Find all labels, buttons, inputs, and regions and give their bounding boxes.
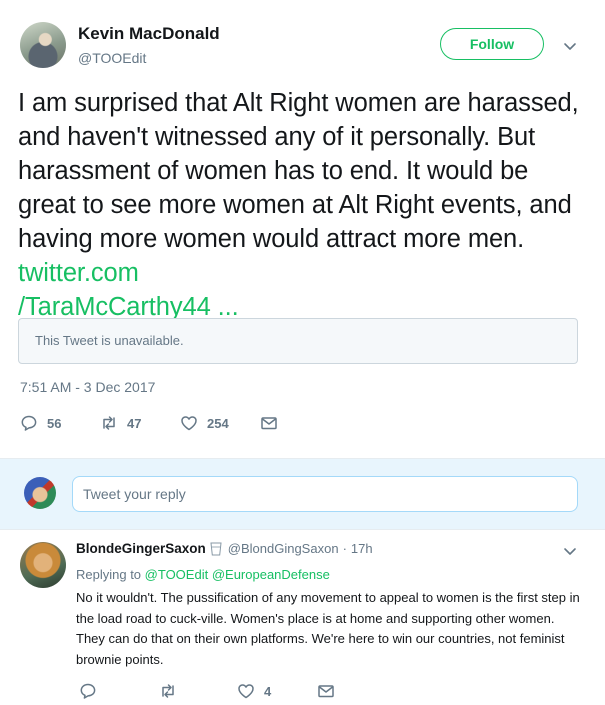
reply-action[interactable] <box>79 681 97 701</box>
dm-action[interactable] <box>317 681 335 701</box>
reply-action[interactable]: 56 <box>20 413 61 433</box>
retweet-icon <box>162 684 174 698</box>
tweet-text: I am surprised that Alt Right women are … <box>18 86 588 324</box>
author-avatar[interactable] <box>20 22 66 68</box>
retweet-icon <box>103 416 115 430</box>
heart-icon <box>238 684 254 699</box>
tweet-body: I am surprised that Alt Right women are … <box>18 89 579 253</box>
like-count: 4 <box>264 683 272 699</box>
reply-input[interactable]: Tweet your reply <box>72 476 578 512</box>
tweet-link[interactable]: twitter.com/TaraMcCarthy44 ... <box>18 259 239 321</box>
follow-button[interactable]: Follow <box>440 28 544 60</box>
current-user-avatar <box>24 477 56 509</box>
reply-icon <box>21 415 37 431</box>
chevron-down-icon[interactable] <box>561 542 579 560</box>
replying-to-label: Replying to <box>76 567 142 582</box>
mention-link[interactable]: @TOOEdit <box>145 567 209 582</box>
replying-to: Replying to @TOOEdit @EuropeanDefense <box>76 567 330 582</box>
tweet-link-domain[interactable]: twitter.com <box>18 259 139 287</box>
main-tweet: Kevin MacDonald @TOOEdit Follow I am sur… <box>0 0 605 458</box>
cup-icon <box>210 542 222 555</box>
retweet-count: 47 <box>127 415 142 431</box>
quoted-tweet-unavailable: This Tweet is unavailable. <box>18 318 578 364</box>
retweet-action[interactable]: 47 <box>100 413 141 433</box>
reply-author-avatar[interactable] <box>20 542 66 588</box>
reply-author-handle[interactable]: @BlondGingSaxon <box>228 541 339 556</box>
reply-author-name[interactable]: BlondeGingerSaxon <box>76 541 206 556</box>
author-name[interactable]: Kevin MacDonald <box>78 24 220 44</box>
reply-icon <box>80 683 96 699</box>
mention-link[interactable]: @EuropeanDefense <box>212 567 330 582</box>
like-count: 254 <box>207 415 229 431</box>
dm-action[interactable] <box>260 413 278 433</box>
author-handle[interactable]: @TOOEdit <box>78 50 146 66</box>
like-action[interactable]: 4 <box>237 681 271 701</box>
reply-text: No it wouldn't. The pussification of any… <box>76 590 580 667</box>
tweet-timestamp[interactable]: 7:51 AM - 3 Dec 2017 <box>20 379 155 395</box>
heart-icon <box>181 416 197 431</box>
chevron-down-icon[interactable] <box>561 37 579 55</box>
reply-header: BlondeGingerSaxon @BlondGingSaxon · 17h <box>76 541 373 556</box>
reply-count: 56 <box>47 415 62 431</box>
envelope-icon <box>318 685 334 698</box>
separator-dot: · <box>342 541 347 556</box>
envelope-icon <box>261 417 277 430</box>
like-action[interactable]: 254 <box>180 413 229 433</box>
tweet-link-path[interactable]: /TaraMcCarthy44 ... <box>18 293 239 321</box>
reply-time[interactable]: 17h <box>351 541 373 556</box>
retweet-action[interactable] <box>159 681 177 701</box>
